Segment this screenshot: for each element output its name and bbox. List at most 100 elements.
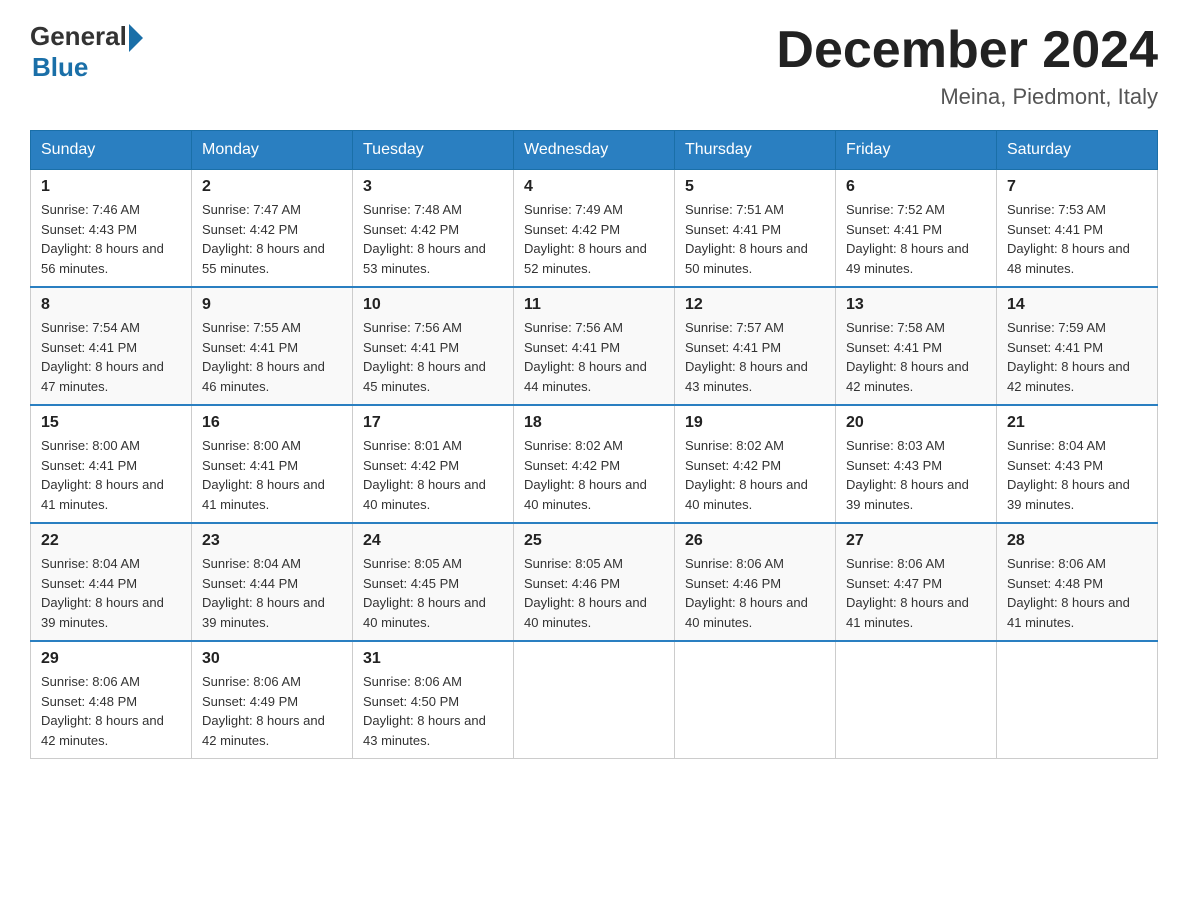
calendar-cell: 13 Sunrise: 7:58 AMSunset: 4:41 PMDaylig…: [836, 287, 997, 405]
calendar-cell: 18 Sunrise: 8:02 AMSunset: 4:42 PMDaylig…: [514, 405, 675, 523]
day-number: 21: [1007, 414, 1147, 432]
day-detail: Sunrise: 8:06 AMSunset: 4:47 PMDaylight:…: [846, 556, 969, 630]
calendar-cell: [675, 641, 836, 759]
calendar-cell: 4 Sunrise: 7:49 AMSunset: 4:42 PMDayligh…: [514, 170, 675, 288]
day-detail: Sunrise: 7:46 AMSunset: 4:43 PMDaylight:…: [41, 202, 164, 276]
day-number: 17: [363, 414, 503, 432]
calendar-table: SundayMondayTuesdayWednesdayThursdayFrid…: [30, 130, 1158, 759]
calendar-week-row: 22 Sunrise: 8:04 AMSunset: 4:44 PMDaylig…: [31, 523, 1158, 641]
day-number: 22: [41, 532, 181, 550]
day-number: 3: [363, 178, 503, 196]
day-number: 14: [1007, 296, 1147, 314]
calendar-cell: 11 Sunrise: 7:56 AMSunset: 4:41 PMDaylig…: [514, 287, 675, 405]
day-number: 29: [41, 650, 181, 668]
calendar-header-sunday: Sunday: [31, 131, 192, 170]
calendar-cell: [836, 641, 997, 759]
day-number: 8: [41, 296, 181, 314]
day-detail: Sunrise: 8:06 AMSunset: 4:49 PMDaylight:…: [202, 674, 325, 748]
day-detail: Sunrise: 7:53 AMSunset: 4:41 PMDaylight:…: [1007, 202, 1130, 276]
day-detail: Sunrise: 8:01 AMSunset: 4:42 PMDaylight:…: [363, 438, 486, 512]
day-detail: Sunrise: 7:54 AMSunset: 4:41 PMDaylight:…: [41, 320, 164, 394]
logo-general-text: General: [30, 21, 127, 52]
day-number: 25: [524, 532, 664, 550]
calendar-cell: 25 Sunrise: 8:05 AMSunset: 4:46 PMDaylig…: [514, 523, 675, 641]
calendar-header-wednesday: Wednesday: [514, 131, 675, 170]
calendar-cell: 8 Sunrise: 7:54 AMSunset: 4:41 PMDayligh…: [31, 287, 192, 405]
calendar-header-thursday: Thursday: [675, 131, 836, 170]
day-number: 23: [202, 532, 342, 550]
day-detail: Sunrise: 8:00 AMSunset: 4:41 PMDaylight:…: [41, 438, 164, 512]
day-detail: Sunrise: 7:48 AMSunset: 4:42 PMDaylight:…: [363, 202, 486, 276]
calendar-cell: 29 Sunrise: 8:06 AMSunset: 4:48 PMDaylig…: [31, 641, 192, 759]
day-detail: Sunrise: 7:47 AMSunset: 4:42 PMDaylight:…: [202, 202, 325, 276]
day-detail: Sunrise: 8:04 AMSunset: 4:44 PMDaylight:…: [202, 556, 325, 630]
calendar-cell: 24 Sunrise: 8:05 AMSunset: 4:45 PMDaylig…: [353, 523, 514, 641]
calendar-cell: 7 Sunrise: 7:53 AMSunset: 4:41 PMDayligh…: [997, 170, 1158, 288]
calendar-cell: 6 Sunrise: 7:52 AMSunset: 4:41 PMDayligh…: [836, 170, 997, 288]
day-number: 7: [1007, 178, 1147, 196]
calendar-week-row: 1 Sunrise: 7:46 AMSunset: 4:43 PMDayligh…: [31, 170, 1158, 288]
day-detail: Sunrise: 7:56 AMSunset: 4:41 PMDaylight:…: [363, 320, 486, 394]
calendar-cell: 1 Sunrise: 7:46 AMSunset: 4:43 PMDayligh…: [31, 170, 192, 288]
day-detail: Sunrise: 8:02 AMSunset: 4:42 PMDaylight:…: [524, 438, 647, 512]
calendar-cell: [514, 641, 675, 759]
calendar-cell: 5 Sunrise: 7:51 AMSunset: 4:41 PMDayligh…: [675, 170, 836, 288]
calendar-cell: 10 Sunrise: 7:56 AMSunset: 4:41 PMDaylig…: [353, 287, 514, 405]
day-number: 13: [846, 296, 986, 314]
day-number: 27: [846, 532, 986, 550]
day-number: 6: [846, 178, 986, 196]
calendar-cell: 31 Sunrise: 8:06 AMSunset: 4:50 PMDaylig…: [353, 641, 514, 759]
day-number: 28: [1007, 532, 1147, 550]
day-detail: Sunrise: 8:05 AMSunset: 4:46 PMDaylight:…: [524, 556, 647, 630]
day-detail: Sunrise: 7:52 AMSunset: 4:41 PMDaylight:…: [846, 202, 969, 276]
month-title: December 2024: [776, 20, 1158, 80]
calendar-header-row: SundayMondayTuesdayWednesdayThursdayFrid…: [31, 131, 1158, 170]
day-number: 11: [524, 296, 664, 314]
page-header: General Blue December 2024 Meina, Piedmo…: [30, 20, 1158, 110]
calendar-cell: 28 Sunrise: 8:06 AMSunset: 4:48 PMDaylig…: [997, 523, 1158, 641]
day-number: 26: [685, 532, 825, 550]
day-number: 18: [524, 414, 664, 432]
calendar-cell: [997, 641, 1158, 759]
logo-arrow-icon: [129, 24, 143, 52]
calendar-header-monday: Monday: [192, 131, 353, 170]
calendar-header-saturday: Saturday: [997, 131, 1158, 170]
calendar-week-row: 29 Sunrise: 8:06 AMSunset: 4:48 PMDaylig…: [31, 641, 1158, 759]
calendar-cell: 15 Sunrise: 8:00 AMSunset: 4:41 PMDaylig…: [31, 405, 192, 523]
day-number: 30: [202, 650, 342, 668]
calendar-cell: 3 Sunrise: 7:48 AMSunset: 4:42 PMDayligh…: [353, 170, 514, 288]
day-detail: Sunrise: 8:06 AMSunset: 4:48 PMDaylight:…: [41, 674, 164, 748]
day-number: 1: [41, 178, 181, 196]
day-detail: Sunrise: 8:06 AMSunset: 4:48 PMDaylight:…: [1007, 556, 1130, 630]
day-detail: Sunrise: 8:00 AMSunset: 4:41 PMDaylight:…: [202, 438, 325, 512]
calendar-cell: 17 Sunrise: 8:01 AMSunset: 4:42 PMDaylig…: [353, 405, 514, 523]
calendar-cell: 26 Sunrise: 8:06 AMSunset: 4:46 PMDaylig…: [675, 523, 836, 641]
calendar-cell: 22 Sunrise: 8:04 AMSunset: 4:44 PMDaylig…: [31, 523, 192, 641]
day-detail: Sunrise: 7:49 AMSunset: 4:42 PMDaylight:…: [524, 202, 647, 276]
day-detail: Sunrise: 7:57 AMSunset: 4:41 PMDaylight:…: [685, 320, 808, 394]
calendar-cell: 21 Sunrise: 8:04 AMSunset: 4:43 PMDaylig…: [997, 405, 1158, 523]
day-number: 2: [202, 178, 342, 196]
calendar-cell: 30 Sunrise: 8:06 AMSunset: 4:49 PMDaylig…: [192, 641, 353, 759]
day-detail: Sunrise: 7:56 AMSunset: 4:41 PMDaylight:…: [524, 320, 647, 394]
day-number: 20: [846, 414, 986, 432]
day-number: 16: [202, 414, 342, 432]
day-number: 15: [41, 414, 181, 432]
calendar-cell: 27 Sunrise: 8:06 AMSunset: 4:47 PMDaylig…: [836, 523, 997, 641]
calendar-week-row: 15 Sunrise: 8:00 AMSunset: 4:41 PMDaylig…: [31, 405, 1158, 523]
calendar-cell: 23 Sunrise: 8:04 AMSunset: 4:44 PMDaylig…: [192, 523, 353, 641]
calendar-cell: 20 Sunrise: 8:03 AMSunset: 4:43 PMDaylig…: [836, 405, 997, 523]
day-number: 31: [363, 650, 503, 668]
logo-blue-text: Blue: [32, 52, 88, 83]
day-detail: Sunrise: 7:58 AMSunset: 4:41 PMDaylight:…: [846, 320, 969, 394]
day-detail: Sunrise: 8:04 AMSunset: 4:44 PMDaylight:…: [41, 556, 164, 630]
calendar-cell: 2 Sunrise: 7:47 AMSunset: 4:42 PMDayligh…: [192, 170, 353, 288]
calendar-cell: 12 Sunrise: 7:57 AMSunset: 4:41 PMDaylig…: [675, 287, 836, 405]
day-number: 12: [685, 296, 825, 314]
logo: General Blue: [30, 20, 143, 83]
location-subtitle: Meina, Piedmont, Italy: [776, 84, 1158, 110]
day-detail: Sunrise: 8:04 AMSunset: 4:43 PMDaylight:…: [1007, 438, 1130, 512]
day-detail: Sunrise: 7:59 AMSunset: 4:41 PMDaylight:…: [1007, 320, 1130, 394]
calendar-cell: 19 Sunrise: 8:02 AMSunset: 4:42 PMDaylig…: [675, 405, 836, 523]
day-number: 4: [524, 178, 664, 196]
